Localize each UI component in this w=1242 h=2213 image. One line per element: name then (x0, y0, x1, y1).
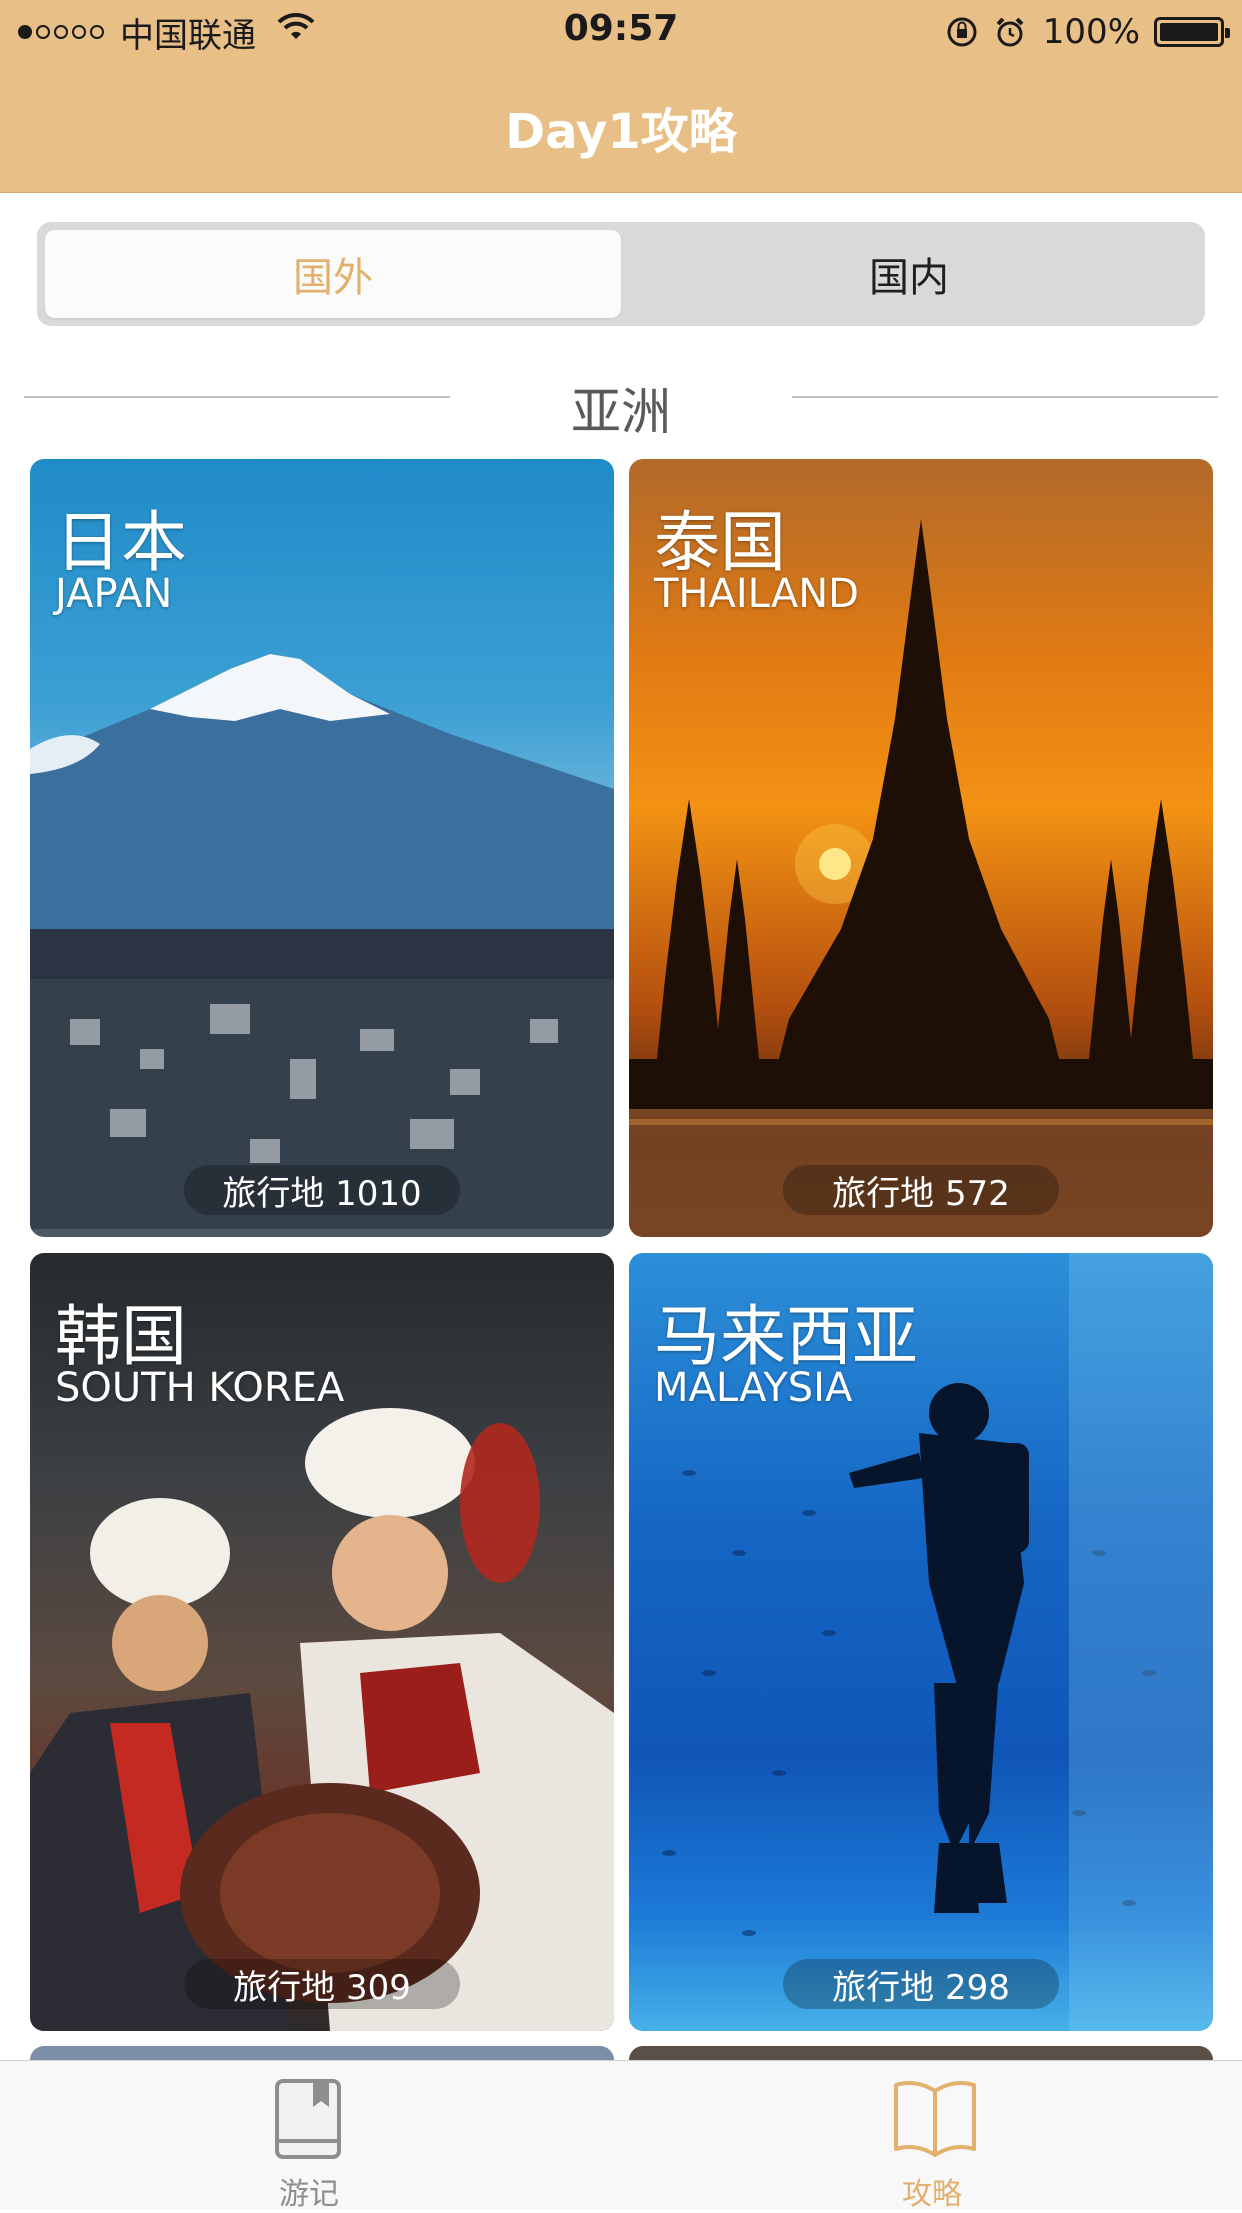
destination-card-south-korea[interactable]: 韩国 SOUTH KOREA 旅行地 309 (30, 1253, 614, 2031)
destination-card-peek[interactable] (30, 2046, 614, 2060)
battery-cap (1225, 28, 1230, 38)
destination-count-badge: 旅行地 298 (783, 1959, 1059, 2009)
status-bar-right: 100% (931, 10, 1230, 54)
card-title-en: THAILAND (654, 571, 859, 617)
destination-card-thailand[interactable]: 泰国 THAILAND 旅行地 572 (629, 459, 1213, 1237)
tab-label: 游记 (279, 2177, 339, 2212)
card-title-en: SOUTH KOREA (55, 1365, 345, 1411)
rotation-lock-icon (947, 17, 977, 47)
destination-card-japan[interactable]: 日本 JAPAN 旅行地 1010 (30, 459, 614, 1237)
battery-icon (1154, 17, 1230, 47)
destination-count-badge: 旅行地 1010 (184, 1165, 460, 1215)
navigation-header: 中国联通 09:57 100% Day1攻略 (0, 0, 1242, 193)
section-title: 亚洲 (571, 383, 671, 441)
tab-travelogue[interactable]: 游记 (209, 2061, 409, 2212)
destination-card-malaysia[interactable]: 马来西亚 MALAYSIA 旅行地 298 (629, 1253, 1213, 2031)
card-title-en: MALAYSIA (654, 1365, 853, 1411)
battery-percent: 100% (1042, 12, 1140, 52)
battery-level-fill (1160, 23, 1218, 41)
card-title-en: JAPAN (55, 571, 173, 617)
segment-domestic-tab[interactable]: 国内 (621, 230, 1197, 318)
section-divider-right (792, 396, 1218, 398)
tab-bar: 游记 攻略 (0, 2060, 1242, 2212)
destination-count-badge: 旅行地 572 (783, 1165, 1059, 1215)
page-title: Day1攻略 (505, 104, 737, 160)
region-segmented-control: 国外 国内 (37, 222, 1205, 326)
destination-count-badge: 旅行地 309 (184, 1959, 460, 2009)
alarm-icon (996, 17, 1024, 47)
tab-label: 攻略 (902, 2177, 962, 2212)
segment-abroad-tab[interactable]: 国外 (45, 230, 621, 318)
book-icon (275, 2079, 341, 2159)
open-book-icon (894, 2081, 976, 2157)
tab-guide[interactable]: 攻略 (832, 2061, 1032, 2212)
destination-card-peek[interactable] (629, 2046, 1213, 2060)
section-divider-left (24, 396, 450, 398)
